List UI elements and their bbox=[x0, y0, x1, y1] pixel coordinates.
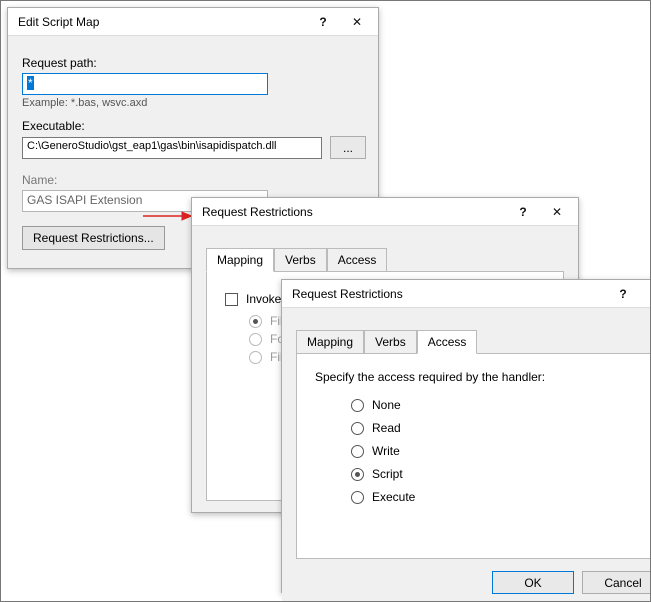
radio-icon bbox=[249, 333, 262, 346]
tabs: Mapping Verbs Access bbox=[296, 330, 651, 354]
checkbox-icon bbox=[225, 293, 238, 306]
tab-access[interactable]: Access bbox=[327, 248, 388, 272]
radio-icon bbox=[351, 468, 364, 481]
help-icon[interactable]: ? bbox=[506, 199, 540, 225]
tabpanel-access: Specify the access required by the handl… bbox=[296, 353, 651, 559]
ok-button[interactable]: OK bbox=[492, 571, 574, 594]
close-icon[interactable]: ✕ bbox=[340, 9, 374, 35]
radio-write[interactable]: Write bbox=[351, 444, 645, 458]
dialog-title: Edit Script Map bbox=[18, 15, 306, 29]
tab-verbs[interactable]: Verbs bbox=[274, 248, 327, 272]
radio-icon bbox=[351, 422, 364, 435]
access-prompt: Specify the access required by the handl… bbox=[315, 370, 645, 384]
tab-mapping[interactable]: Mapping bbox=[296, 330, 364, 354]
radio-icon bbox=[351, 399, 364, 412]
tab-mapping[interactable]: Mapping bbox=[206, 248, 274, 272]
radio-read[interactable]: Read bbox=[351, 421, 645, 435]
help-icon[interactable]: ? bbox=[306, 9, 340, 35]
radio-none[interactable]: None bbox=[351, 398, 645, 412]
radio-icon bbox=[249, 315, 262, 328]
radio-icon bbox=[351, 491, 364, 504]
executable-label: Executable: bbox=[22, 119, 364, 133]
dialog-buttons: OK Cancel bbox=[282, 559, 651, 602]
tab-verbs[interactable]: Verbs bbox=[364, 330, 417, 354]
tabs: Mapping Verbs Access bbox=[206, 248, 564, 272]
dialog-title: Request Restrictions bbox=[292, 287, 606, 301]
radio-icon bbox=[351, 445, 364, 458]
request-path-input[interactable]: * bbox=[22, 73, 268, 95]
executable-input[interactable]: C:\GeneroStudio\gst_eap1\gas\bin\isapidi… bbox=[22, 137, 322, 159]
radio-icon bbox=[249, 351, 262, 364]
titlebar: Request Restrictions ? ✕ bbox=[192, 198, 578, 226]
close-icon[interactable]: ✕ bbox=[640, 281, 651, 307]
titlebar: Edit Script Map ? ✕ bbox=[8, 8, 378, 36]
cancel-button[interactable]: Cancel bbox=[582, 571, 651, 594]
tab-access[interactable]: Access bbox=[417, 330, 478, 354]
radio-execute[interactable]: Execute bbox=[351, 490, 645, 504]
help-icon[interactable]: ? bbox=[606, 281, 640, 307]
radio-script[interactable]: Script bbox=[351, 467, 645, 481]
browse-button[interactable]: ... bbox=[330, 136, 366, 159]
request-restrictions-dialog-access: Request Restrictions ? ✕ Mapping Verbs A… bbox=[281, 279, 651, 593]
dialog-title: Request Restrictions bbox=[202, 205, 506, 219]
request-path-hint: Example: *.bas, wsvc.axd bbox=[22, 97, 364, 109]
titlebar: Request Restrictions ? ✕ bbox=[282, 280, 651, 308]
name-label: Name: bbox=[22, 173, 364, 187]
request-restrictions-button[interactable]: Request Restrictions... bbox=[22, 226, 165, 250]
close-icon[interactable]: ✕ bbox=[540, 199, 574, 225]
request-path-label: Request path: bbox=[22, 56, 364, 70]
